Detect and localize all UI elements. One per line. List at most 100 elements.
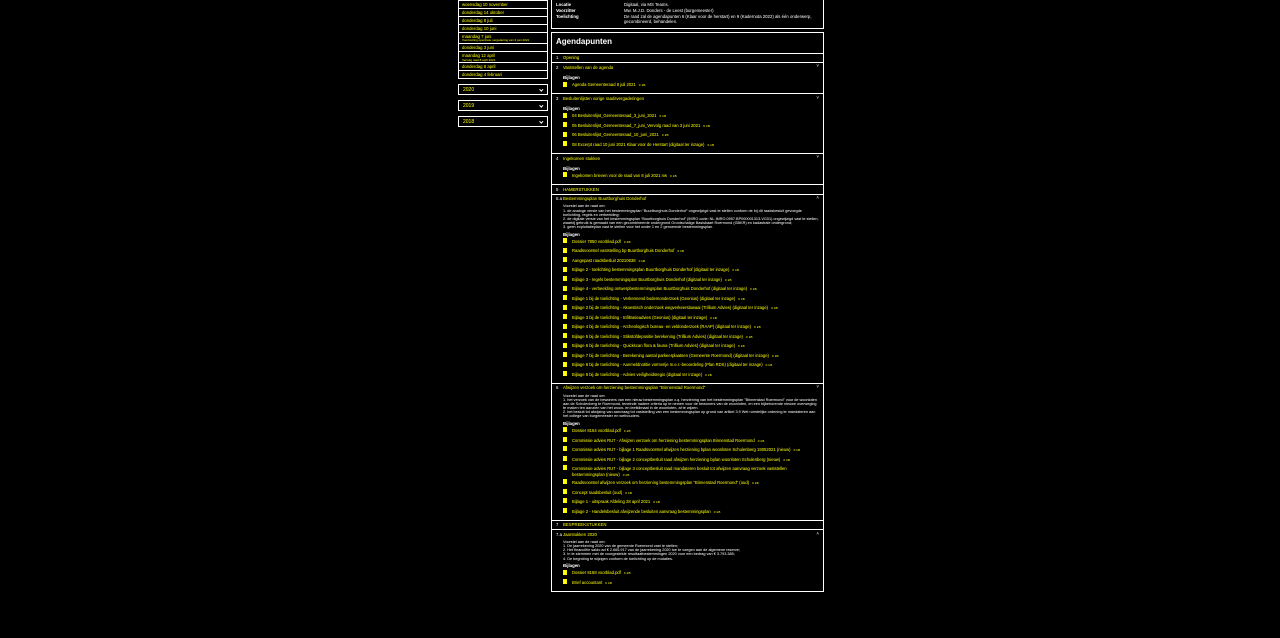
toggle-chevron-icon[interactable]: ˅ — [816, 385, 819, 390]
attachment-name[interactable]: Ingekomen brieven voor de raad van 8 jul… — [572, 173, 667, 178]
agenda-item-header[interactable]: 3 Besluitenlijsten vorige raadsvergaderin… — [552, 94, 823, 103]
attachment-link[interactable]: Commissie advies RU7 - Afwijzen verzoek … — [563, 436, 819, 446]
attachment-link[interactable]: Raadsvoorstel afwijzen verzoek om herzie… — [563, 479, 819, 489]
meeting-item[interactable]: donderdag 8 juli — [459, 15, 547, 24]
attachment-link[interactable]: Commissie advies RU7 - bijlage 1 Raadsvo… — [563, 446, 819, 456]
meeting-item[interactable]: donderdag 3 juni — [459, 43, 547, 51]
attachment-name[interactable]: Bijlage 8 bij de toelichting - Aanmeldno… — [572, 362, 763, 367]
attachment-name[interactable]: Bijlage 1 - uitspraak Afdeling 28 april … — [572, 499, 650, 504]
toggle-chevron-icon[interactable]: ˄ — [816, 531, 819, 537]
year-dropdown[interactable]: 2018 — [458, 116, 548, 128]
attachment-link[interactable]: 08 Excerpt raad 10 juni 2021 Klaar voor … — [563, 141, 819, 151]
agenda-item-title[interactable]: HAMERSTUKKEN — [563, 187, 599, 193]
toggle-chevron-icon[interactable]: ˅ — [816, 64, 819, 69]
attachment-link[interactable]: Dossier 8188 voorblad.pdf 0 kB — [563, 569, 819, 579]
attachment-link[interactable]: Aangepast raadsbesluit 20210638 0 kB — [563, 256, 819, 266]
attachment-name[interactable]: Raadsvoorstel vaststelling bp Buurtborgh… — [572, 248, 674, 253]
agenda-item-header[interactable]: 4 Ingekomen stukken ˅ — [552, 154, 823, 163]
agenda-item-header[interactable]: 7 BESPREEKSTUKKEN — [552, 521, 823, 530]
agenda-item-title[interactable]: Besluitenlijsten vorige raadsvergadering… — [563, 96, 644, 102]
attachment-link[interactable]: Bijlage 3 - regels bestemmingsplan Buurt… — [563, 275, 819, 285]
attachment-link[interactable]: Bijlage 6 bij de toelichting - Quickscan… — [563, 342, 819, 352]
attachment-link[interactable]: Bijlage 2 bij de toelichting - Akoestisc… — [563, 304, 819, 314]
attachment-name[interactable]: 05 Besluitenlijst_Gemeenteraad_7_juni_Ve… — [572, 123, 700, 128]
agenda-item-title[interactable]: Vaststellen van de agenda — [563, 65, 613, 71]
attachment-link[interactable]: Dossier 8164 voorblad.pdf 0 kB — [563, 427, 819, 437]
year-dropdown[interactable]: 2019 — [458, 100, 548, 112]
attachment-name[interactable]: Raadsvoorstel afwijzen verzoek om herzie… — [572, 480, 749, 485]
attachment-name[interactable]: Brief accountant — [572, 580, 602, 585]
toggle-chevron-icon[interactable]: ˅ — [816, 155, 819, 160]
attachment-name[interactable]: Concept raadsbesluit (oud) — [572, 490, 622, 495]
attachment-name[interactable]: Bijlage 2 - toelichting bestemmingsplan … — [572, 267, 729, 272]
agenda-item-header[interactable]: 1 Opening — [552, 54, 823, 63]
attachment-link[interactable]: Bijlage 2 - toelichting bestemmingsplan … — [563, 266, 819, 276]
attachment-link[interactable]: Agenda Gemeenteraad 8 juli 2021 0 kB — [563, 81, 819, 91]
attachment-name[interactable]: Commissie advies RU7 - Afwijzen verzoek … — [572, 438, 755, 443]
meeting-item[interactable]: donderdag 14 oktober — [459, 7, 547, 16]
attachment-name[interactable]: Commissie advies RU7 - bijlage 2 concept… — [572, 457, 780, 462]
attachment-name[interactable]: Bijlage 6 bij de toelichting - Quickscan… — [572, 343, 735, 348]
attachment-name[interactable]: Bijlage 5 bij de toelichting - Stikstofd… — [572, 334, 743, 339]
meeting-item[interactable]: maandag 7 juni Voortzetting openbare verg… — [459, 31, 547, 43]
attachment-link[interactable]: Raadsvoorstel vaststelling bp Buurtborgh… — [563, 247, 819, 257]
attachment-link[interactable]: Bijlage 5 bij de toelichting - Stikstofd… — [563, 332, 819, 342]
meeting-item[interactable]: donderdag 4 februari — [459, 70, 547, 78]
attachment-name[interactable]: Bijlage 2 - Handelsbesluit afwijzende be… — [572, 509, 711, 514]
attachment-link[interactable]: Bijlage 4 - verbeelding ontwerpbestemmin… — [563, 285, 819, 295]
attachment-name[interactable]: 08 Excerpt raad 10 juni 2021 Klaar voor … — [572, 142, 704, 147]
toggle-chevron-icon[interactable]: ˄ — [816, 196, 819, 201]
attachment-link[interactable]: Bijlage 3 bij de toelichting - Infiltrat… — [563, 313, 819, 323]
meeting-item[interactable]: donderdag 10 juni — [459, 23, 547, 32]
attachment-link[interactable]: Bijlage 2 - Handelsbesluit afwijzende be… — [563, 507, 819, 517]
agenda-item-title[interactable]: Ingekomen stukken — [563, 156, 600, 162]
attachment-link[interactable]: Commissie advies RU7 - bijlage 3 concept… — [563, 465, 819, 479]
meeting-item[interactable]: maandag 12 april Vervolg raad 8 april 202… — [459, 51, 547, 62]
attachment-link[interactable]: Dossier 7850 voorblad.pdf 0 kB — [563, 237, 819, 247]
attachment-link[interactable]: Concept raadsbesluit (oud) 0 kB — [563, 488, 819, 498]
agenda-item-header[interactable]: 7.a Jaarstukken 2020 ˄ — [552, 530, 823, 539]
attachment-link[interactable]: 04 Besluitenlijst_Gemeenteraad_3_juni_20… — [563, 112, 819, 122]
attachment-link[interactable]: Commissie advies RU7 - bijlage 2 concept… — [563, 455, 819, 465]
meeting-item[interactable]: donderdag 8 april — [459, 62, 547, 70]
attachment-name[interactable]: Bijlage 3 bij de toelichting - Infiltrat… — [572, 315, 707, 320]
agenda-item-header[interactable]: 5 HAMERSTUKKEN — [552, 185, 823, 194]
attachment-name[interactable]: 06 Besluitenlijst_Gemeenteraad_10_juni_2… — [572, 132, 659, 137]
year-dropdown[interactable]: 2020 — [458, 84, 548, 96]
attachment-name[interactable]: Commissie advies RU7 - bijlage 3 concept… — [572, 466, 787, 476]
attachment-link[interactable]: 06 Besluitenlijst_Gemeenteraad_10_juni_2… — [563, 131, 819, 141]
agenda-item-title[interactable]: Jaarstukken 2020 — [563, 532, 597, 538]
attachment-name[interactable]: Commissie advies RU7 - bijlage 1 Raadsvo… — [572, 447, 791, 452]
attachment-name[interactable]: Bijlage 4 - verbeelding ontwerpbestemmin… — [572, 286, 747, 291]
attachment-link[interactable]: Brief accountant 0 kB — [563, 578, 819, 588]
attachment-link[interactable]: Bijlage 1 bij de toelichting - Verkennen… — [563, 294, 819, 304]
attachment-name[interactable]: Bijlage 4 bij de toelichting - Archeolog… — [572, 324, 751, 329]
attachment-link[interactable]: Bijlage 7 bij de toelichting - Berekenin… — [563, 351, 819, 361]
attachment-name[interactable]: Bijlage 2 bij de toelichting - Akoestisc… — [572, 305, 768, 310]
meeting-item[interactable]: woensdag 10 november — [459, 0, 547, 8]
agenda-item-header[interactable]: 5.a Bestemmingsplan Buurtborghuis Donderh… — [552, 195, 823, 204]
attachment-name[interactable]: Dossier 8164 voorblad.pdf — [572, 428, 621, 433]
attachment-name[interactable]: Aangepast raadsbesluit 20210638 — [572, 258, 636, 263]
attachment-name[interactable]: Bijlage 3 - regels bestemmingsplan Buurt… — [572, 277, 722, 282]
attachment-name[interactable]: 04 Besluitenlijst_Gemeenteraad_3_juni_20… — [572, 113, 657, 118]
attachment-link[interactable]: Bijlage 4 bij de toelichting - Archeolog… — [563, 323, 819, 333]
toggle-chevron-icon[interactable]: ˅ — [816, 95, 819, 101]
attachment-link[interactable]: Bijlage 9 bij de toelichting - Advies ve… — [563, 370, 819, 380]
attachment-name[interactable]: Dossier 7850 voorblad.pdf — [572, 239, 621, 244]
attachment-name[interactable]: Bijlage 7 bij de toelichting - Berekenin… — [572, 353, 769, 358]
agenda-item-header[interactable]: 2 Vaststellen van de agenda ˅ — [552, 63, 823, 72]
attachment-name[interactable]: Dossier 8188 voorblad.pdf — [572, 570, 621, 575]
attachment-link[interactable]: Bijlage 1 - uitspraak Afdeling 28 april … — [563, 498, 819, 508]
agenda-item-header[interactable]: 6 Afwijzen verzoek om herziening bestemmi… — [552, 384, 823, 393]
attachment-name[interactable]: Bijlage 1 bij de toelichting - Verkennen… — [572, 296, 735, 301]
attachment-name[interactable]: Agenda Gemeenteraad 8 juli 2021 — [572, 82, 636, 87]
agenda-item-title[interactable]: Bestemmingsplan Buurtborghuis Donderhof — [563, 196, 646, 202]
attachment-name[interactable]: Bijlage 9 bij de toelichting - Advies ve… — [572, 372, 702, 377]
agenda-item-title[interactable]: Opening — [563, 55, 579, 61]
agenda-item-title[interactable]: BESPREEKSTUKKEN — [563, 522, 606, 528]
attachment-link[interactable]: Bijlage 8 bij de toelichting - Aanmeldno… — [563, 361, 819, 371]
attachment-link[interactable]: Ingekomen brieven voor de raad van 8 jul… — [563, 172, 819, 182]
attachment-link[interactable]: 05 Besluitenlijst_Gemeenteraad_7_juni_Ve… — [563, 122, 819, 132]
agenda-item-title[interactable]: Afwijzen verzoek om herziening bestemmin… — [563, 385, 705, 391]
